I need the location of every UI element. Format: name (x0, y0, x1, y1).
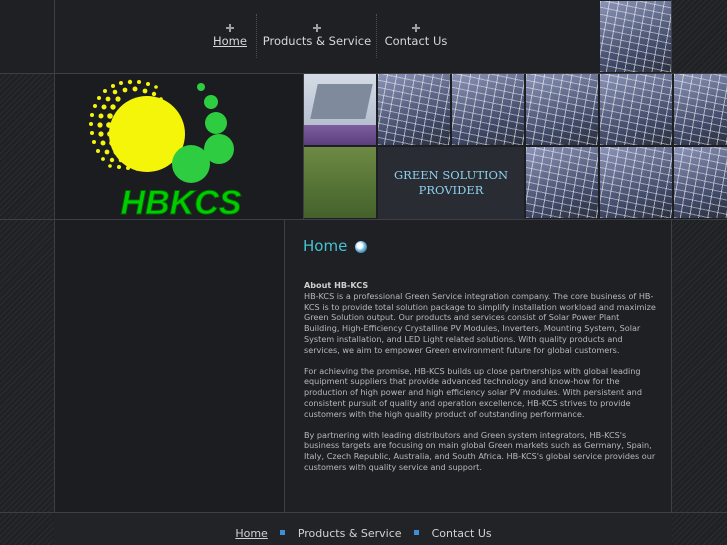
header-left-hatch (0, 74, 54, 219)
nav-label-home: Home (213, 34, 247, 48)
logo-area: HBKCS (55, 74, 303, 223)
hbkcs-logo: HBKCS (89, 79, 242, 223)
divider (0, 73, 727, 74)
about-heading: About HB-KCS (304, 280, 369, 290)
tagline-box: GREEN SOLUTION PROVIDER (378, 147, 524, 219)
top-right-photo-frame (672, 0, 727, 73)
nav-item-products[interactable]: Products & Service (258, 22, 376, 58)
nav-label-products: Products & Service (262, 34, 372, 48)
nav-label-contact: Contact Us (384, 34, 448, 48)
square-bullet-icon (414, 530, 420, 535)
footer-nav: Home Products & Service Contact Us (0, 527, 727, 540)
main-right-hatch (672, 220, 727, 512)
diamond-dots-icon (312, 24, 321, 32)
photo-tile (304, 147, 376, 218)
photo-tile (304, 74, 376, 145)
nav-item-contact[interactable]: Contact Us (378, 22, 454, 58)
diamond-dots-icon (411, 24, 420, 32)
main-nav: Home Home Products & Service Contact Us (204, 14, 454, 58)
left-column (55, 220, 284, 512)
main-left-hatch (0, 220, 54, 512)
photo-tile (378, 74, 450, 145)
square-bullet-icon (280, 530, 286, 535)
about-paragraph: HB-KCS is a professional Green Service i… (304, 290, 656, 355)
tagline-text: GREEN SOLUTION PROVIDER (393, 168, 509, 197)
page-title: Home (303, 237, 348, 255)
footer-link-products[interactable]: Products & Service (298, 527, 402, 540)
top-solar-photo (600, 1, 671, 72)
about-paragraph: For achieving the promise, HB-KCS builds… (304, 365, 642, 419)
logo-text: HBKCS (121, 184, 242, 219)
photo-tile (600, 74, 672, 145)
bullet-icon (355, 241, 367, 253)
about-paragraph: By partnering with leading distributors … (304, 429, 656, 472)
nav-item-home[interactable]: Home Home (204, 22, 256, 58)
about-content: About HB-KCS HB-KCS is a professional Gr… (304, 280, 656, 483)
photo-tile (526, 147, 598, 218)
footer-link-home[interactable]: Home (235, 527, 267, 540)
diamond-dots-icon (225, 24, 234, 32)
solar-photo-strip: GREEN SOLUTION PROVIDER (304, 74, 727, 219)
footer-link-contact[interactable]: Contact Us (432, 527, 492, 540)
photo-tile (526, 74, 598, 145)
photo-tile (674, 147, 727, 218)
photo-tile (674, 74, 727, 145)
photo-tile (452, 74, 524, 145)
photo-tile (600, 147, 672, 218)
divider (671, 0, 672, 74)
